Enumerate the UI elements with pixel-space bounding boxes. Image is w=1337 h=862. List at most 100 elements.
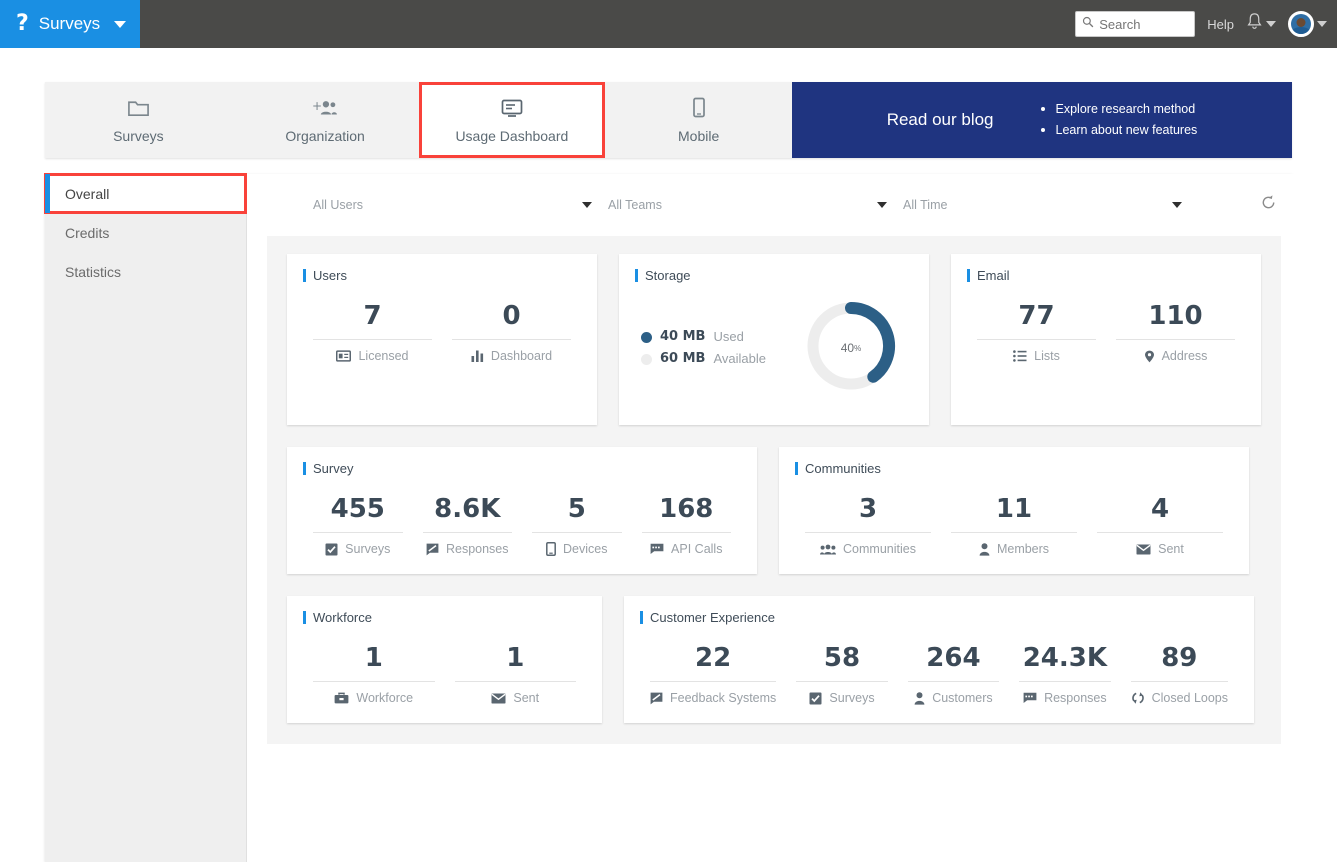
metric-label: Devices — [546, 542, 607, 556]
metric-address: 110 Address — [1106, 299, 1245, 363]
metric-value: 4 — [1150, 494, 1170, 524]
briefcase-icon — [334, 692, 349, 705]
metric-label-text: Lists — [1034, 349, 1060, 363]
metric-closed-loops: 89 Closed Loops — [1121, 641, 1238, 705]
metric-value: 0 — [502, 301, 521, 331]
mobile-icon — [546, 542, 556, 556]
notifications-button[interactable] — [1246, 12, 1276, 36]
card-workforce: Workforce 1 Workforce 1 Sent — [287, 596, 602, 723]
donut-percent-value: 40 — [840, 341, 855, 355]
metric-label: Address — [1144, 349, 1208, 363]
divider — [532, 532, 622, 533]
sidebar-item-label: Statistics — [65, 263, 122, 280]
bar-chart-icon — [471, 350, 484, 362]
metric-label: Responses — [426, 542, 509, 556]
search-icon — [1082, 15, 1094, 33]
metric-members: 11 Members — [941, 492, 1087, 556]
divider — [454, 681, 576, 682]
storage-legend: 40 MB Used 60 MB Available — [635, 326, 766, 370]
card-title: Survey — [303, 461, 741, 476]
filter-users-label: All Users — [313, 198, 364, 212]
metric-label-text: Surveys — [345, 542, 391, 556]
chevron-down-icon[interactable] — [114, 20, 127, 28]
tab-surveys[interactable]: Surveys — [45, 82, 232, 158]
legend-item-available: 60 MB Available — [641, 348, 766, 370]
legend-item-used: 40 MB Used — [641, 326, 766, 348]
top-bar: ? Surveys Help — [0, 0, 1337, 48]
banner-bullet: Explore research method — [1040, 99, 1198, 120]
tab-organization[interactable]: + Organization — [232, 82, 419, 158]
comment-icon — [1023, 692, 1037, 704]
card-communities: Communities 3 Communities 11 Members 4 S… — [779, 447, 1249, 574]
donut-percent-unit: % — [854, 343, 862, 353]
metric-label: Surveys — [809, 691, 875, 705]
card-users: Users 7 Licensed 0 Dashboard — [287, 254, 597, 425]
card-customer-experience: Customer Experience 22 Feedback Systems — [624, 596, 1254, 723]
id-card-icon — [336, 350, 352, 362]
metric-surveys: 58 Surveys — [786, 641, 897, 705]
search-input[interactable] — [1099, 16, 1188, 32]
map-pin-icon — [1144, 350, 1155, 363]
metric-label-text: Communities — [843, 542, 916, 556]
brand-menu[interactable]: ? Surveys — [0, 0, 140, 48]
user-menu[interactable] — [1288, 11, 1327, 37]
filter-users-dropdown[interactable]: All Users — [305, 198, 600, 212]
metric-list: 77 Lists 110 Address — [967, 289, 1245, 363]
metric-label-text: Sent — [513, 691, 540, 705]
metric-value: 264 — [926, 643, 981, 673]
avatar — [1288, 11, 1314, 37]
metric-communities: 3 Communities — [795, 492, 941, 556]
metric-value: 455 — [330, 494, 385, 524]
filter-teams-dropdown[interactable]: All Teams — [600, 198, 895, 212]
search-box[interactable] — [1075, 11, 1196, 37]
sidebar-item-credits[interactable]: Credits — [45, 213, 246, 252]
nav-tabs-list: Surveys + Organization Usage Dashboard M… — [45, 82, 792, 158]
filter-bar: All Users All Teams All Time — [247, 174, 1297, 236]
metric-licensed: 7 Licensed — [303, 299, 442, 363]
chevron-down-icon — [877, 202, 887, 208]
sidebar-item-overall[interactable]: Overall — [44, 173, 247, 214]
metric-value: 168 — [659, 494, 714, 524]
response-icon — [426, 543, 439, 556]
metric-label: API Calls — [650, 542, 722, 556]
tab-label: Surveys — [113, 128, 164, 144]
metric-lists: 77 Lists — [967, 299, 1106, 363]
metric-list: 1 Workforce 1 Sent — [303, 631, 586, 705]
divider — [977, 339, 1096, 340]
metric-list: 3 Communities 11 Members 4 Sent — [795, 482, 1233, 556]
legend-label: Used — [713, 329, 744, 344]
response-icon — [650, 692, 663, 705]
content-panel: Overall Credits Statistics All Users All… — [44, 173, 1297, 862]
help-link[interactable]: Help — [1207, 17, 1234, 32]
divider — [907, 681, 1000, 682]
refresh-button[interactable] — [1255, 192, 1281, 218]
chevron-down-icon — [582, 202, 592, 208]
list-icon — [1013, 350, 1027, 362]
metric-sent: 1 Sent — [445, 641, 587, 705]
metric-label: Sent — [491, 691, 539, 705]
metric-label-text: Feedback Systems — [670, 691, 777, 705]
blog-banner[interactable]: Read our blog Explore research method Le… — [792, 82, 1292, 158]
metric-value: 58 — [823, 643, 861, 673]
sidebar-item-statistics[interactable]: Statistics — [45, 252, 246, 291]
banner-bullet: Learn about new features — [1040, 120, 1197, 141]
page-body: Surveys + Organization Usage Dashboard M… — [0, 48, 1337, 862]
tab-mobile[interactable]: Mobile — [605, 82, 792, 158]
envelope-icon — [491, 693, 506, 704]
metric-label: Licensed — [336, 349, 409, 363]
tab-usage-dashboard[interactable]: Usage Dashboard — [418, 82, 606, 158]
metric-label-text: Closed Loops — [1151, 691, 1229, 705]
card-storage: Storage 40 MB Used 60 MB Available 40 % — [619, 254, 929, 425]
metric-label-text: Responses — [445, 542, 509, 556]
banner-bullets: Explore research method Learn about new … — [1040, 99, 1198, 141]
metric-surveys: 455 Surveys — [303, 492, 413, 556]
metric-feedback-systems: 22 Feedback Systems — [640, 641, 786, 705]
metric-label-text: API Calls — [671, 542, 723, 556]
checkbox-icon — [809, 692, 822, 705]
tab-label: Mobile — [678, 128, 720, 144]
metric-label-text: Address — [1161, 349, 1208, 363]
metric-value: 1 — [506, 643, 525, 673]
filter-time-dropdown[interactable]: All Time — [895, 198, 1190, 212]
metric-devices: 5 Devices — [522, 492, 632, 556]
cards-area: Users 7 Licensed 0 Dashboard Storage 40 … — [267, 236, 1281, 744]
